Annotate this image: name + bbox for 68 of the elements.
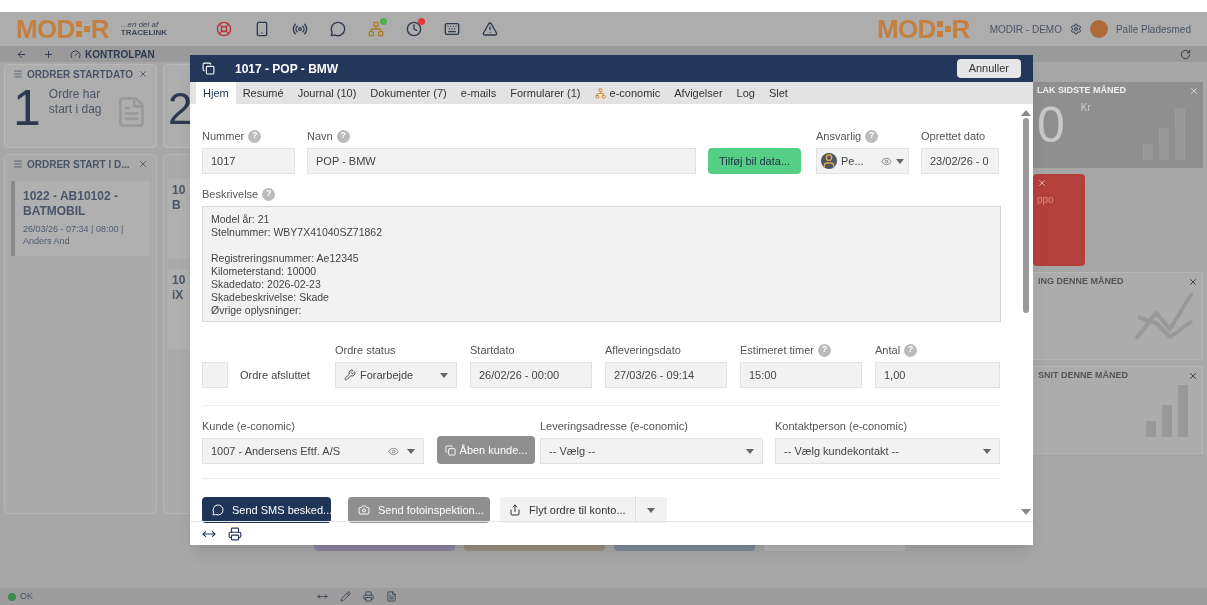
order-meta: 26/03/26 - 07:34 | 08:00 | Anders And bbox=[23, 223, 125, 248]
tab[interactable]: Hjem bbox=[196, 82, 236, 104]
select-field[interactable]: -- Vælg kundekontakt -- bbox=[775, 438, 1000, 464]
input-field[interactable]: 15:00 bbox=[740, 362, 862, 388]
field-label: Navn bbox=[307, 128, 333, 144]
tab[interactable]: Log bbox=[729, 82, 762, 104]
field-label: Afleveringsdato bbox=[605, 342, 681, 358]
logo: MOD R bbox=[16, 16, 109, 42]
widget-title: ORDRER START I D... bbox=[27, 157, 130, 172]
field-label: Nummer bbox=[202, 128, 245, 144]
input-field[interactable]: POP - BMW bbox=[307, 148, 696, 174]
input-field[interactable]: 26/02/26 - 00:00 bbox=[470, 362, 592, 388]
tab[interactable]: Slet bbox=[761, 82, 795, 104]
tab[interactable]: e-mails bbox=[453, 82, 504, 104]
order-title: 1022 - AB10102 - BATMOBIL bbox=[23, 189, 119, 219]
widget-title: ORDRER STARTDATO bbox=[27, 67, 134, 82]
tab[interactable]: e-conomic bbox=[587, 82, 668, 104]
tab[interactable]: Formularer (1) bbox=[503, 82, 588, 104]
tab[interactable]: Journal (10) bbox=[290, 82, 364, 104]
field-label: Ordre status bbox=[335, 342, 396, 358]
field-label: Kunde (e-conomic) bbox=[202, 418, 295, 434]
tab[interactable]: Afvigelser bbox=[667, 82, 730, 104]
sms-button[interactable]: Send SMS besked... bbox=[202, 497, 331, 523]
checkbox-label: Ordre afsluttet bbox=[240, 367, 310, 383]
order-title: 10 bbox=[172, 273, 187, 288]
cancel-button[interactable]: Annuller bbox=[956, 59, 1021, 78]
add-car-data-button[interactable]: Tilføj bil data... bbox=[708, 148, 801, 174]
tab[interactable]: Dokumenter (7) bbox=[363, 82, 454, 104]
select-field[interactable]: -- Vælg -- bbox=[540, 438, 763, 464]
partner-name: TRACELINK bbox=[120, 29, 168, 37]
field-label: Leveringsadresse (e-conomic) bbox=[540, 418, 688, 434]
order-card[interactable]: 10 iX bbox=[168, 269, 190, 349]
select-field[interactable]: Forarbejde bbox=[335, 362, 457, 388]
field-label: Ansvarlig bbox=[816, 128, 862, 144]
order-card[interactable]: 1022 - AB10102 - BATMOBIL 26/03/26 - 07:34 | 08:00 | Anders And bbox=[11, 181, 150, 256]
field-label: Startdato bbox=[470, 342, 515, 358]
widget-value: 0 bbox=[1037, 100, 1065, 150]
field-label: Kontaktperson (e-conomic) bbox=[775, 418, 908, 434]
user-name[interactable]: Palle Pladesmed bbox=[1115, 21, 1191, 37]
order-title: B bbox=[172, 198, 182, 213]
company-name: MODIR - DEMO bbox=[989, 22, 1062, 37]
order-title: iX bbox=[172, 288, 185, 303]
modal-title: 1017 - POP - BMW bbox=[235, 60, 339, 78]
input-field[interactable]: 1,00 bbox=[875, 362, 1000, 388]
widget-count: 1 bbox=[13, 83, 41, 133]
field-label: Oprettet dato bbox=[921, 128, 986, 144]
logo: MOD R bbox=[876, 16, 970, 42]
widget-title: ING DENNE MÅNED bbox=[1038, 275, 1124, 289]
tagline: ...en del af bbox=[120, 21, 160, 29]
widget-caption: Ordre har start i dag bbox=[48, 87, 103, 117]
widget-title: LAK SIDSTE MÅNED bbox=[1037, 84, 1126, 98]
nav-link[interactable]: KONTROLPAN bbox=[85, 46, 155, 62]
field-label: Beskrivelse bbox=[202, 186, 259, 202]
field-label: Antal bbox=[875, 342, 901, 358]
status-text: OK bbox=[20, 589, 33, 603]
select-field[interactable]: Pe... bbox=[816, 148, 909, 174]
select-field[interactable]: 1007 - Andersens Eftf. A/S bbox=[202, 438, 424, 464]
alert-text: ppo bbox=[1037, 193, 1054, 207]
input-field[interactable]: 1017 bbox=[202, 148, 295, 174]
input-field[interactable]: 23/02/26 - 0 bbox=[921, 148, 999, 174]
field-label: Estimeret timer bbox=[740, 342, 814, 358]
description-textarea[interactable]: Model år: 21 Stelnummer: WBY7X41040SZ71862 Registreringsnummer: Ae12345 Kilometerstand: 10000 Skadedato: 2026-02-23 Skadebeskrivelse: Skade Øvrige oplysninger: bbox=[202, 206, 1001, 322]
order-title: 10 bbox=[172, 183, 187, 198]
tab[interactable]: Resumé bbox=[235, 82, 291, 104]
move-order-button[interactable]: Flyt ordre til konto... bbox=[500, 497, 635, 523]
widget-title: SNIT DENNE MÅNED bbox=[1038, 369, 1128, 383]
input-field[interactable]: 27/03/26 - 09:14 bbox=[605, 362, 727, 388]
widget-count: 2 bbox=[168, 87, 190, 131]
